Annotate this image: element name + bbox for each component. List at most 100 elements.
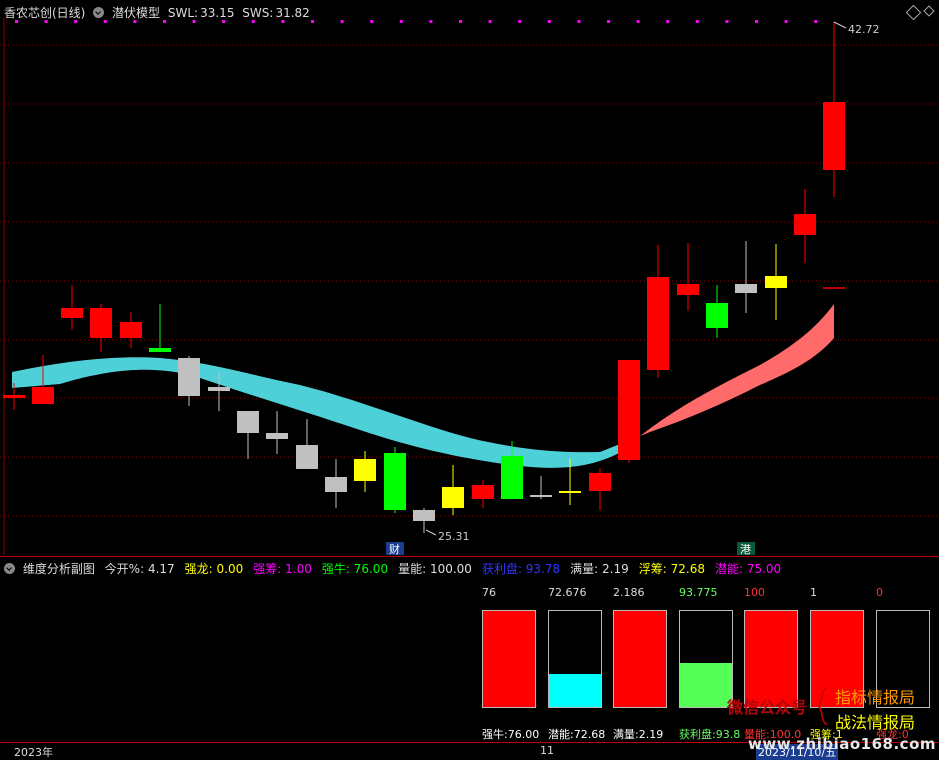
candle-body [354,459,376,481]
param-label: 量能: [398,562,427,576]
candle-body [706,303,728,328]
candle [296,419,318,469]
candle [530,476,552,499]
param-label: 获利盘: [481,562,522,576]
param-item: 浮筹: 72.68 [639,562,709,576]
box-top-value: 72.676 [548,586,587,599]
signal-dot [370,20,374,23]
param-item: 强筹: 1.00 [253,562,316,576]
candle-body [325,477,347,492]
signal-dot [636,20,640,23]
event-marker-gang[interactable]: 港 [737,542,755,555]
param-item: 强龙: 0.00 [185,562,248,576]
main-header: 香农芯创(日线) 潜伏模型 SWL: 33.15 SWS: 31.82 [4,4,314,21]
signal-dot [725,20,729,23]
param-value: 2.19 [598,562,629,576]
candle-body [32,387,54,404]
axis-year: 2023年 [14,746,53,759]
param-item: 满量: 2.19 [570,562,633,576]
signal-dot [459,20,462,23]
candle [677,243,699,311]
candle-body [618,360,640,460]
candle [647,245,669,378]
stock-title[interactable]: 香农芯创(日线) [4,6,85,20]
param-value: 100.00 [426,562,472,576]
signal-dot [340,20,344,23]
signal-dot [518,20,522,23]
event-marker-cai[interactable]: 财 [386,542,404,555]
candle [472,480,494,508]
signal-dot [784,20,788,23]
sub-header: 维度分析副图 今开%: 4.17 强龙: 0.00 强筹: 1.00 强牛: 76.0… [4,560,793,577]
param-value: 93.78 [521,562,561,576]
swl-value: 33.15 [200,6,235,20]
candle [794,189,816,263]
indicator-name[interactable]: 潜伏模型 [112,6,160,20]
param-item: 潜能: 75.00 [715,562,785,576]
candle-body [559,491,581,493]
candle-body [442,487,464,508]
candle-body [413,510,435,521]
svg-text:财: 财 [389,542,400,555]
sub-title[interactable]: 维度分析副图 [23,562,95,576]
signal-dot [814,20,818,23]
signal-dot [399,20,403,23]
red-band [640,304,834,436]
candle-body [61,308,83,318]
candle [120,312,142,348]
candle-body [90,308,112,338]
signal-dot [547,20,551,23]
candle [325,459,347,508]
sub-params: 今开%: 4.17 强龙: 0.00 强筹: 1.00 强牛: 76.00 量能: 10… [103,562,790,576]
param-value: 1.00 [281,562,312,576]
chevron-down-icon[interactable] [4,563,15,574]
high-price-label: 42.72 [848,23,880,36]
box-top-value: 100 [744,586,765,599]
param-value: 72.68 [666,562,705,576]
candle [765,244,787,320]
box-top-value: 0 [876,586,883,599]
signal-dot [695,20,699,23]
svg-text:港: 港 [740,543,751,555]
candle-body [677,284,699,295]
box-bottom-label: 强牛:76.00 [482,728,540,741]
dimension-box [613,610,667,708]
box-top-value: 2.186 [613,586,645,599]
param-value: 4.17 [144,562,175,576]
box-fill [483,611,535,707]
candle [735,241,757,313]
candle-body [296,445,318,469]
panel-divider[interactable] [0,556,939,557]
candle-body [647,277,669,370]
candle [618,360,640,463]
candle-body [501,456,523,499]
box-bottom-label: 满量:2.19 [613,728,664,741]
candle [149,304,171,352]
candle [90,304,112,352]
candle [589,468,611,510]
dimension-box [679,610,733,708]
signal-dot [429,20,433,23]
axis-month: 11 [540,744,554,757]
candle-body [735,284,757,293]
candle [413,508,435,533]
box-fill [549,674,601,707]
box-top-value: 1 [810,586,817,599]
signal-dot [577,20,581,23]
candle [706,285,728,338]
param-label: 强筹: [253,562,282,576]
candlestick-chart[interactable]: 42.72 25.31 财 港 [0,0,939,555]
candle-body [3,395,25,398]
param-item: 获利盘: 93.78 [482,562,564,576]
box-top-value: 76 [482,586,496,599]
param-label: 潜能: [714,562,744,576]
candle-body [120,322,142,338]
candle [266,411,288,454]
candles [3,22,845,533]
param-value: 0.00 [212,562,244,576]
param-value: 76.00 [349,562,389,576]
box-fill [680,662,732,707]
candle [61,285,83,330]
chevron-down-icon[interactable] [93,7,105,18]
candle-body [208,387,230,391]
